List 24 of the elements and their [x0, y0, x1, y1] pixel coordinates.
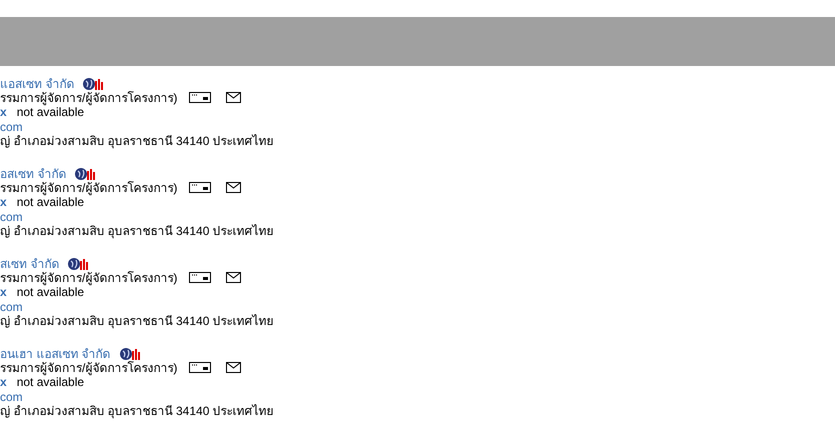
- address-text: ญ่ อำเภอม่วงสามสิบ อุบลราชธานี 34140 ประเทศไทย: [0, 132, 274, 150]
- card-icon[interactable]: [189, 362, 212, 373]
- card-icon[interactable]: [189, 182, 212, 193]
- position-text: รรมการผู้จัดการ/ผู้จัดการโครงการ): [0, 180, 178, 196]
- company-link[interactable]: แอสเซท จำกัด: [0, 74, 74, 92]
- card-icon[interactable]: [189, 92, 212, 103]
- address-text: ญ่ อำเภอม่วงสามสิบ อุบลราชธานี 34140 ประเทศไทย: [0, 312, 274, 330]
- company-link[interactable]: สเซท จำกัด: [0, 254, 60, 272]
- globe-icon[interactable]: [67, 256, 90, 270]
- position-text: รรมการผู้จัดการ/ผู้จัดการโครงการ): [0, 90, 178, 106]
- card-icon[interactable]: [189, 272, 212, 283]
- mail-icon[interactable]: [226, 182, 242, 193]
- address-text: ญ่ อำเภอม่วงสามสิบ อุบลราชธานี 34140 ประเทศไทย: [0, 222, 274, 240]
- mail-icon[interactable]: [226, 92, 242, 103]
- globe-icon[interactable]: [118, 346, 141, 360]
- position-text: รรมการผู้จัดการ/ผู้จัดการโครงการ): [0, 270, 178, 286]
- position-text: รรมการผู้จัดการ/ผู้จัดการโครงการ): [0, 360, 178, 376]
- company-link[interactable]: อนเฮา แอสเซท จำกัด: [0, 344, 111, 362]
- address-text: ญ่ อำเภอม่วงสามสิบ อุบลราชธานี 34140 ประเทศไทย: [0, 402, 274, 420]
- globe-icon[interactable]: [82, 76, 104, 90]
- mail-icon[interactable]: [226, 272, 242, 283]
- company-link[interactable]: อสเซท จำกัด: [0, 164, 66, 182]
- mail-icon[interactable]: [226, 362, 242, 373]
- globe-icon[interactable]: [74, 166, 96, 180]
